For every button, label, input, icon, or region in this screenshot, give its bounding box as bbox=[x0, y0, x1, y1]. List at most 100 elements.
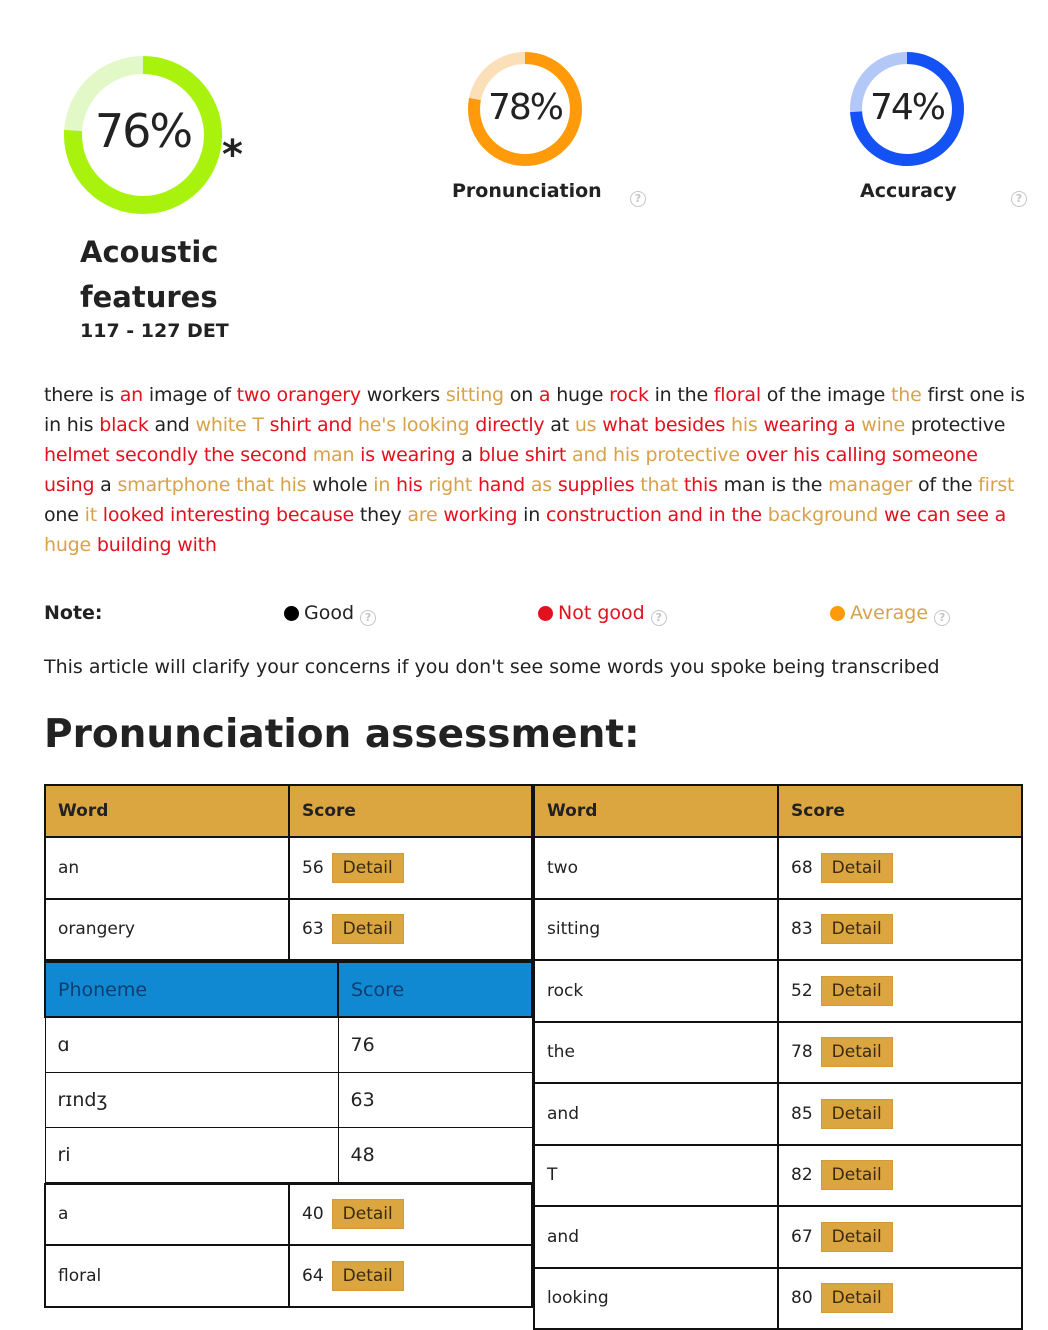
score-cell: 85 Detail bbox=[777, 1082, 1023, 1146]
transcript-paragraph: there is an image of two orangery worker… bbox=[44, 380, 1029, 560]
table-row: T 82 Detail bbox=[533, 1143, 1023, 1207]
transcript-word: two bbox=[236, 384, 271, 406]
transcript-word: over bbox=[745, 444, 788, 466]
transcript-word: shirt bbox=[524, 444, 567, 466]
score-value: 78 bbox=[791, 1042, 813, 1063]
phoneme-score-cell: 63 bbox=[337, 1071, 533, 1128]
score-cell: 83 Detail bbox=[777, 897, 1023, 961]
word-score-table-right: Word Score two 68 Detail sitting 83 Detail roc… bbox=[533, 784, 1023, 1330]
not-good-label: Not good bbox=[558, 602, 645, 624]
acoustic-features-gauge: 76% * bbox=[62, 54, 243, 216]
word-cell: an bbox=[44, 836, 290, 900]
article-link-text[interactable]: This article will clarify your concerns … bbox=[44, 656, 940, 678]
phoneme-row: ɑ 76 bbox=[44, 1016, 533, 1073]
word-cell: and bbox=[533, 1205, 779, 1269]
transcript-word: helmet bbox=[44, 444, 110, 466]
score-value: 40 bbox=[302, 1204, 324, 1225]
score-value: 80 bbox=[791, 1288, 813, 1309]
pronunciation-help-icon[interactable]: ? bbox=[630, 191, 646, 207]
transcript-word: and bbox=[316, 414, 353, 436]
transcript-word: smartphone bbox=[117, 474, 231, 496]
transcript-word: interesting bbox=[170, 504, 271, 526]
table-row: two 68 Detail bbox=[533, 836, 1023, 900]
left-word-table-top: Word Score an 56 Detail orangery 63 Detail bbox=[44, 784, 533, 961]
detail-button[interactable]: Detail bbox=[820, 852, 893, 883]
transcript-word: man bbox=[723, 474, 766, 496]
score-value: 85 bbox=[791, 1103, 813, 1124]
transcript-word: someone bbox=[892, 444, 978, 466]
transcript-word: in bbox=[523, 504, 541, 526]
detail-button[interactable]: Detail bbox=[820, 1037, 893, 1068]
word-cell: sitting bbox=[533, 897, 779, 961]
detail-button[interactable]: Detail bbox=[820, 1283, 893, 1314]
word-cell: T bbox=[533, 1143, 779, 1207]
transcript-word: the bbox=[790, 384, 822, 406]
transcript-word: working bbox=[443, 504, 518, 526]
transcript-word: image bbox=[826, 384, 886, 406]
not-good-help-icon[interactable]: ? bbox=[650, 610, 667, 626]
transcript-word: the bbox=[891, 384, 922, 406]
transcript-word: first bbox=[927, 384, 964, 406]
detail-button[interactable]: Detail bbox=[820, 1160, 893, 1191]
transcript-word: is bbox=[360, 444, 375, 466]
table-row: orangery 63 Detail bbox=[44, 897, 533, 961]
transcript-word: his bbox=[279, 474, 307, 496]
table-row: and 67 Detail bbox=[533, 1205, 1023, 1269]
transcript-word: white bbox=[195, 414, 247, 436]
transcript-word: directly bbox=[475, 414, 545, 436]
transcript-word: and bbox=[572, 444, 608, 466]
transcript-word: in bbox=[44, 414, 61, 436]
transcript-word: image bbox=[148, 384, 208, 406]
label-line-1: Acoustic bbox=[80, 235, 219, 269]
transcript-word: shirt bbox=[269, 414, 312, 436]
average-help-icon[interactable]: ? bbox=[934, 610, 951, 626]
transcript-word: orangery bbox=[276, 384, 362, 406]
transcript-word: blue bbox=[478, 444, 519, 466]
transcript-word: are bbox=[407, 504, 438, 526]
right-word-table: Word Score two 68 Detail sitting 83 Detail roc… bbox=[533, 784, 1023, 1330]
word-header: Word bbox=[533, 784, 779, 838]
table-row: an 56 Detail bbox=[44, 836, 533, 900]
transcript-word: of bbox=[766, 384, 785, 406]
transcript-word: looking bbox=[401, 414, 470, 436]
detail-button[interactable]: Detail bbox=[820, 1098, 893, 1129]
accuracy-help-icon[interactable]: ? bbox=[1011, 191, 1027, 207]
detail-button[interactable]: Detail bbox=[820, 975, 893, 1006]
pronunciation-gauge: 78% bbox=[467, 51, 583, 167]
detail-button[interactable]: Detail bbox=[331, 1199, 404, 1230]
transcript-word: wearing bbox=[380, 444, 456, 466]
score-value: 83 bbox=[791, 919, 813, 940]
detail-button[interactable]: Detail bbox=[820, 1221, 893, 1252]
transcript-word: his bbox=[613, 444, 640, 466]
transcript-word: building bbox=[96, 534, 172, 556]
transcript-word: supplies bbox=[557, 474, 635, 496]
detail-button[interactable]: Detail bbox=[331, 852, 404, 883]
transcript-word: workers bbox=[366, 384, 441, 406]
word-cell: two bbox=[533, 836, 779, 900]
table-row: the 78 Detail bbox=[533, 1020, 1023, 1084]
acoustic-features-label: Acoustic features bbox=[80, 230, 218, 320]
transcript-word: is bbox=[771, 474, 786, 496]
phoneme-table: Phoneme Score ɑ 76 rɪndʒ 63 ri 48 bbox=[44, 961, 533, 1183]
detail-button[interactable]: Detail bbox=[331, 1260, 404, 1291]
transcript-word: there bbox=[44, 384, 94, 406]
transcript-word: that bbox=[236, 474, 274, 496]
acoustic-score-value: 76% bbox=[94, 104, 193, 158]
score-value: 52 bbox=[791, 980, 813, 1001]
legend-not-good: Not good ? bbox=[538, 602, 667, 626]
accuracy-gauge: 74% bbox=[849, 51, 965, 167]
score-header: Score bbox=[777, 784, 1023, 838]
word-header: Word bbox=[44, 784, 290, 838]
transcript-word: we bbox=[883, 504, 911, 526]
detail-button[interactable]: Detail bbox=[820, 914, 893, 945]
good-label: Good bbox=[304, 602, 355, 624]
good-help-icon[interactable]: ? bbox=[360, 610, 377, 626]
phoneme-score-cell: 48 bbox=[337, 1126, 533, 1183]
word-cell: rock bbox=[533, 959, 779, 1023]
transcript-word: of bbox=[917, 474, 936, 496]
transcript-word: the bbox=[791, 474, 823, 496]
detail-button[interactable]: Detail bbox=[331, 914, 404, 945]
score-value: 82 bbox=[791, 1165, 813, 1186]
score-cell: 78 Detail bbox=[777, 1020, 1023, 1084]
word-cell: a bbox=[44, 1182, 290, 1246]
